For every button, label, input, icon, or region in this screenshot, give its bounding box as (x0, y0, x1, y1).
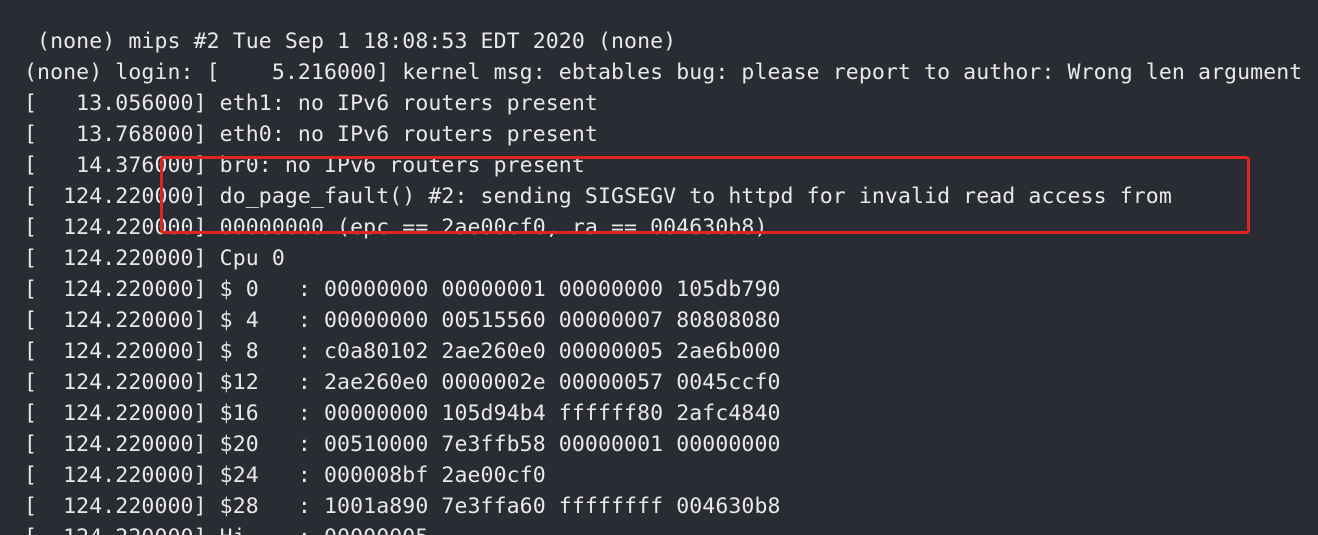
log-line-banner: (none) mips #2 Tue Sep 1 18:08:53 EDT 20… (24, 29, 677, 54)
log-line-reg-8: [ 124.220000] $ 8 : c0a80102 2ae260e0 00… (24, 339, 781, 364)
log-line-reg-20: [ 124.220000] $20 : 00510000 7e3ffb58 00… (24, 432, 781, 457)
terminal-window: (none) mips #2 Tue Sep 1 18:08:53 EDT 20… (0, 0, 1318, 535)
log-line-login: (none) login: [ 5.216000] kernel msg: eb… (24, 60, 1303, 85)
log-line-page-fault: [ 124.220000] do_page_fault() #2: sendin… (24, 184, 1172, 209)
log-line-epc: [ 124.220000] 00000000 (epc == 2ae00cf0,… (24, 215, 768, 240)
log-line-reg-28: [ 124.220000] $28 : 1001a890 7e3ffa60 ff… (24, 494, 781, 519)
kernel-log: (none) mips #2 Tue Sep 1 18:08:53 EDT 20… (24, 26, 1302, 535)
log-line-cpu: [ 124.220000] Cpu 0 (24, 246, 285, 271)
log-line-reg-12: [ 124.220000] $12 : 2ae260e0 0000002e 00… (24, 370, 781, 395)
log-line-hi: [ 124.220000] Hi : 00000005 (24, 522, 1302, 535)
log-line-reg-4: [ 124.220000] $ 4 : 00000000 00515560 00… (24, 308, 781, 333)
log-line-reg-16: [ 124.220000] $16 : 00000000 105d94b4 ff… (24, 401, 781, 426)
log-line-eth1: [ 13.056000] eth1: no IPv6 routers prese… (24, 91, 598, 116)
log-line-reg-24: [ 124.220000] $24 : 000008bf 2ae00cf0 (24, 463, 546, 488)
log-line-reg-0: [ 124.220000] $ 0 : 00000000 00000001 00… (24, 277, 781, 302)
log-line-br0: [ 14.376000] br0: no IPv6 routers presen… (24, 153, 585, 178)
log-line-eth0: [ 13.768000] eth0: no IPv6 routers prese… (24, 122, 598, 147)
